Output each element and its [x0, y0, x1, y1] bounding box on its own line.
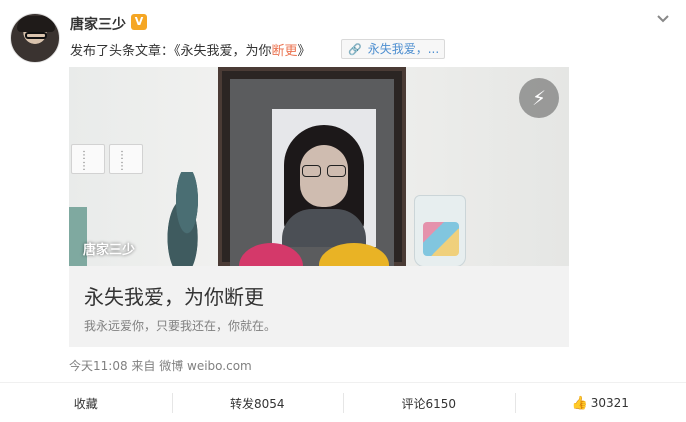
article-description: 我永远爱你，只要我还在，你就在。	[84, 319, 277, 333]
article-cover-image[interactable]: ⚡ 唐家三少	[69, 67, 569, 266]
glass-jar	[414, 195, 466, 266]
image-watermark: 唐家三少	[83, 243, 136, 258]
photo-mat	[230, 79, 394, 266]
photo-frame	[218, 67, 406, 266]
username[interactable]: 唐家三少	[70, 14, 126, 34]
verified-badge-icon: V	[131, 14, 147, 30]
portrait-photo	[272, 109, 376, 247]
comment-label: 评论6150	[401, 396, 457, 411]
repost-label: 转发8054	[229, 396, 285, 411]
portrait-body	[282, 209, 366, 247]
article-link-chip[interactable]: 🔗 永失我爱，...	[341, 39, 445, 59]
post-intro-prefix: 发布了头条文章：《永失我爱，为你	[70, 44, 272, 59]
avatar[interactable]	[10, 13, 60, 63]
favorite-label: 收藏	[73, 396, 98, 411]
lightning-icon[interactable]: ⚡	[519, 78, 559, 118]
comment-button[interactable]: 评论6150	[343, 383, 515, 422]
article-card[interactable]: ⚡ 唐家三少 永失我爱，为你断更 我永远爱你，只要我还在，你就在。	[69, 67, 569, 347]
avatar-glasses	[25, 32, 47, 39]
article-link-label: 永失我爱，...	[367, 42, 440, 56]
portrait-glasses	[302, 165, 346, 177]
favorite-button[interactable]: 收藏	[0, 383, 172, 422]
like-button[interactable]: 👍 30321	[514, 383, 686, 422]
chevron-down-icon[interactable]	[656, 12, 670, 26]
avatar-hair	[17, 16, 55, 32]
seahorse-statue	[165, 172, 209, 266]
action-bar: 收藏 转发8054 评论6150 👍 30321	[0, 382, 686, 422]
article-title[interactable]: 永失我爱，为你断更	[84, 281, 264, 310]
like-count: 30321	[590, 396, 629, 410]
repost-button[interactable]: 转发8054	[171, 383, 344, 422]
post-meta[interactable]: 今天11:08 来自 微博 weibo.com	[69, 357, 252, 374]
post-text: 发布了头条文章：《永失我爱，为你断更》	[70, 40, 311, 59]
post-intro-suffix: 》	[297, 44, 311, 59]
post-intro-highlight: 断更	[271, 44, 298, 59]
wall-socket	[71, 144, 105, 174]
thumbs-up-icon: 👍	[571, 395, 588, 411]
link-icon: 🔗	[348, 43, 362, 56]
wall-socket	[109, 144, 143, 174]
